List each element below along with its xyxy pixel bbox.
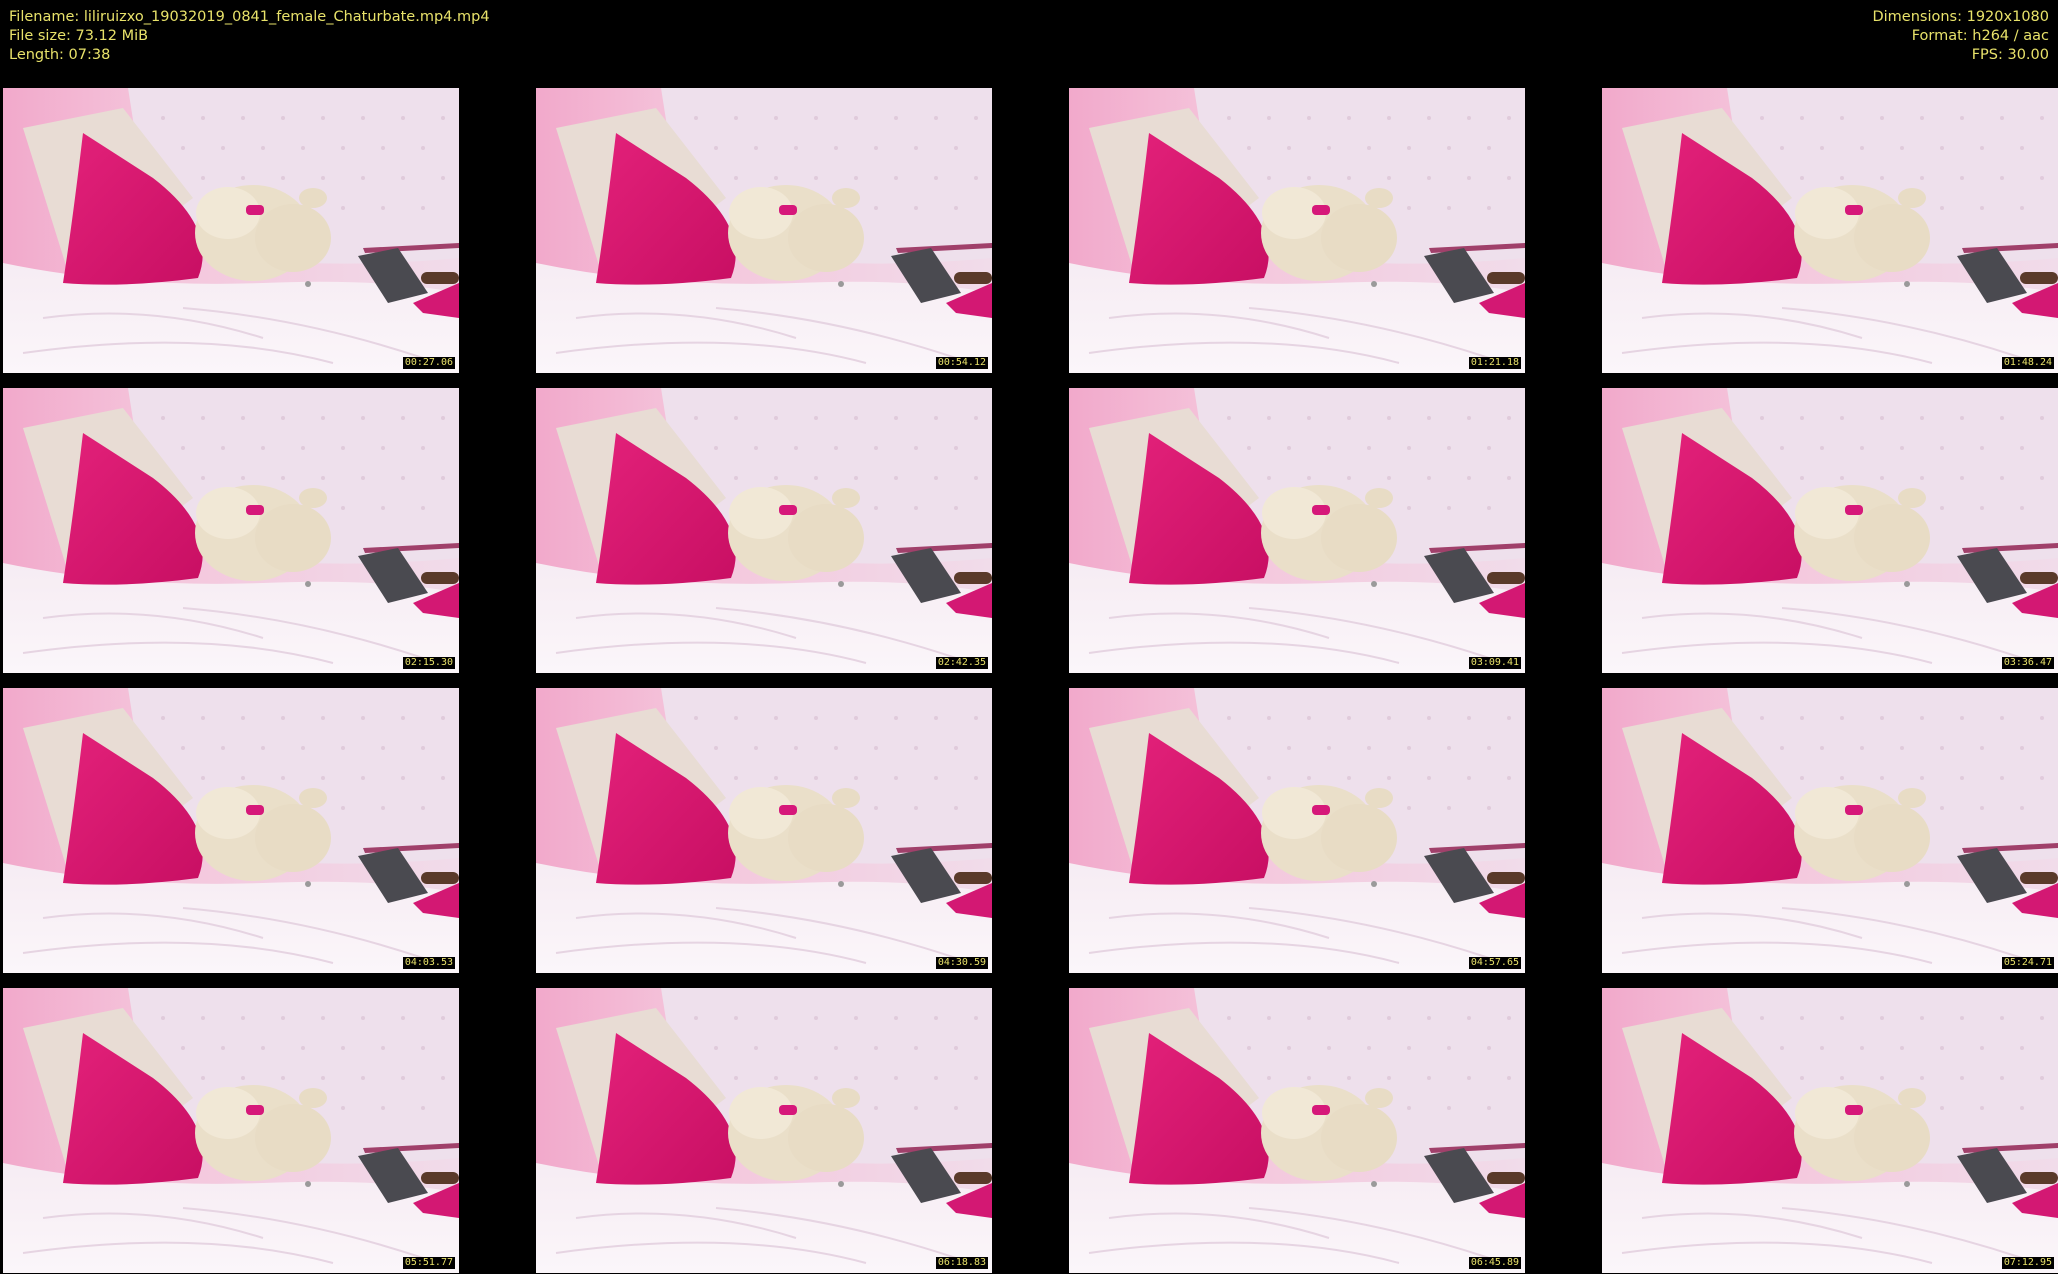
frame-image [3,88,459,373]
thumbnail[interactable]: 01:48.24 [1602,88,2058,373]
thumbnail[interactable]: 00:54.12 [536,88,992,373]
timestamp-label: 05:51.77 [402,1257,455,1269]
timestamp-label: 07:12.95 [2001,1257,2054,1269]
thumbnail[interactable]: 06:45.89 [1069,988,1525,1273]
timestamp-label: 03:09.41 [1468,657,1521,669]
frame-image [1069,388,1525,673]
frame-image [3,688,459,973]
thumbnail[interactable]: 00:27.06 [3,88,459,373]
fps-text: FPS: 30.00 [1971,47,2049,63]
thumbnail[interactable]: 03:09.41 [1069,388,1525,673]
frame-image [536,988,992,1273]
timestamp-label: 04:03.53 [402,957,455,969]
frame-image [1602,88,2058,373]
file-size-text: File size: 73.12 MiB [9,28,149,44]
format-text: Format: h264 / aac [1911,28,2049,44]
timestamp-label: 02:15.30 [402,657,455,669]
timestamp-label: 04:30.59 [935,957,988,969]
frame-image [3,388,459,673]
thumbnail[interactable]: 04:03.53 [3,688,459,973]
timestamp-label: 05:24.71 [2001,957,2054,969]
timestamp-label: 06:18.83 [935,1257,988,1269]
frame-image [1602,688,2058,973]
frame-image [536,388,992,673]
timestamp-label: 00:27.06 [402,357,455,369]
file-info: Filename: liliruizxo_19032019_0841_femal… [9,8,490,65]
timestamp-label: 00:54.12 [935,357,988,369]
thumbnail[interactable]: 02:15.30 [3,388,459,673]
timestamp-label: 01:21.18 [1468,357,1521,369]
thumbnail[interactable]: 01:21.18 [1069,88,1525,373]
timestamp-label: 04:57.65 [1468,957,1521,969]
frame-image [1602,988,2058,1273]
frame-image [1069,688,1525,973]
frame-image [3,988,459,1273]
thumbnail-grid: 00:27.06 00:54.12 01:21.18 01:48.24 02:1… [3,88,2058,1274]
thumbnail[interactable]: 05:51.77 [3,988,459,1273]
timestamp-label: 01:48.24 [2001,357,2054,369]
length-text: Length: 07:38 [9,47,111,63]
thumbnail[interactable]: 02:42.35 [536,388,992,673]
timestamp-label: 03:36.47 [2001,657,2054,669]
thumbnail[interactable]: 04:30.59 [536,688,992,973]
frame-image [1602,388,2058,673]
frame-image [536,88,992,373]
timestamp-label: 02:42.35 [935,657,988,669]
dimensions-text: Dimensions: 1920x1080 [1872,9,2049,25]
frame-image [536,688,992,973]
thumbnail[interactable]: 04:57.65 [1069,688,1525,973]
thumbnail[interactable]: 07:12.95 [1602,988,2058,1273]
thumbnail[interactable]: 05:24.71 [1602,688,2058,973]
frame-image [1069,88,1525,373]
frame-image [1069,988,1525,1273]
video-info: Dimensions: 1920x1080 Format: h264 / aac… [1872,8,2049,65]
timestamp-label: 06:45.89 [1468,1257,1521,1269]
filename-text: Filename: liliruizxo_19032019_0841_femal… [9,9,490,25]
thumbnail[interactable]: 06:18.83 [536,988,992,1273]
thumbnail[interactable]: 03:36.47 [1602,388,2058,673]
